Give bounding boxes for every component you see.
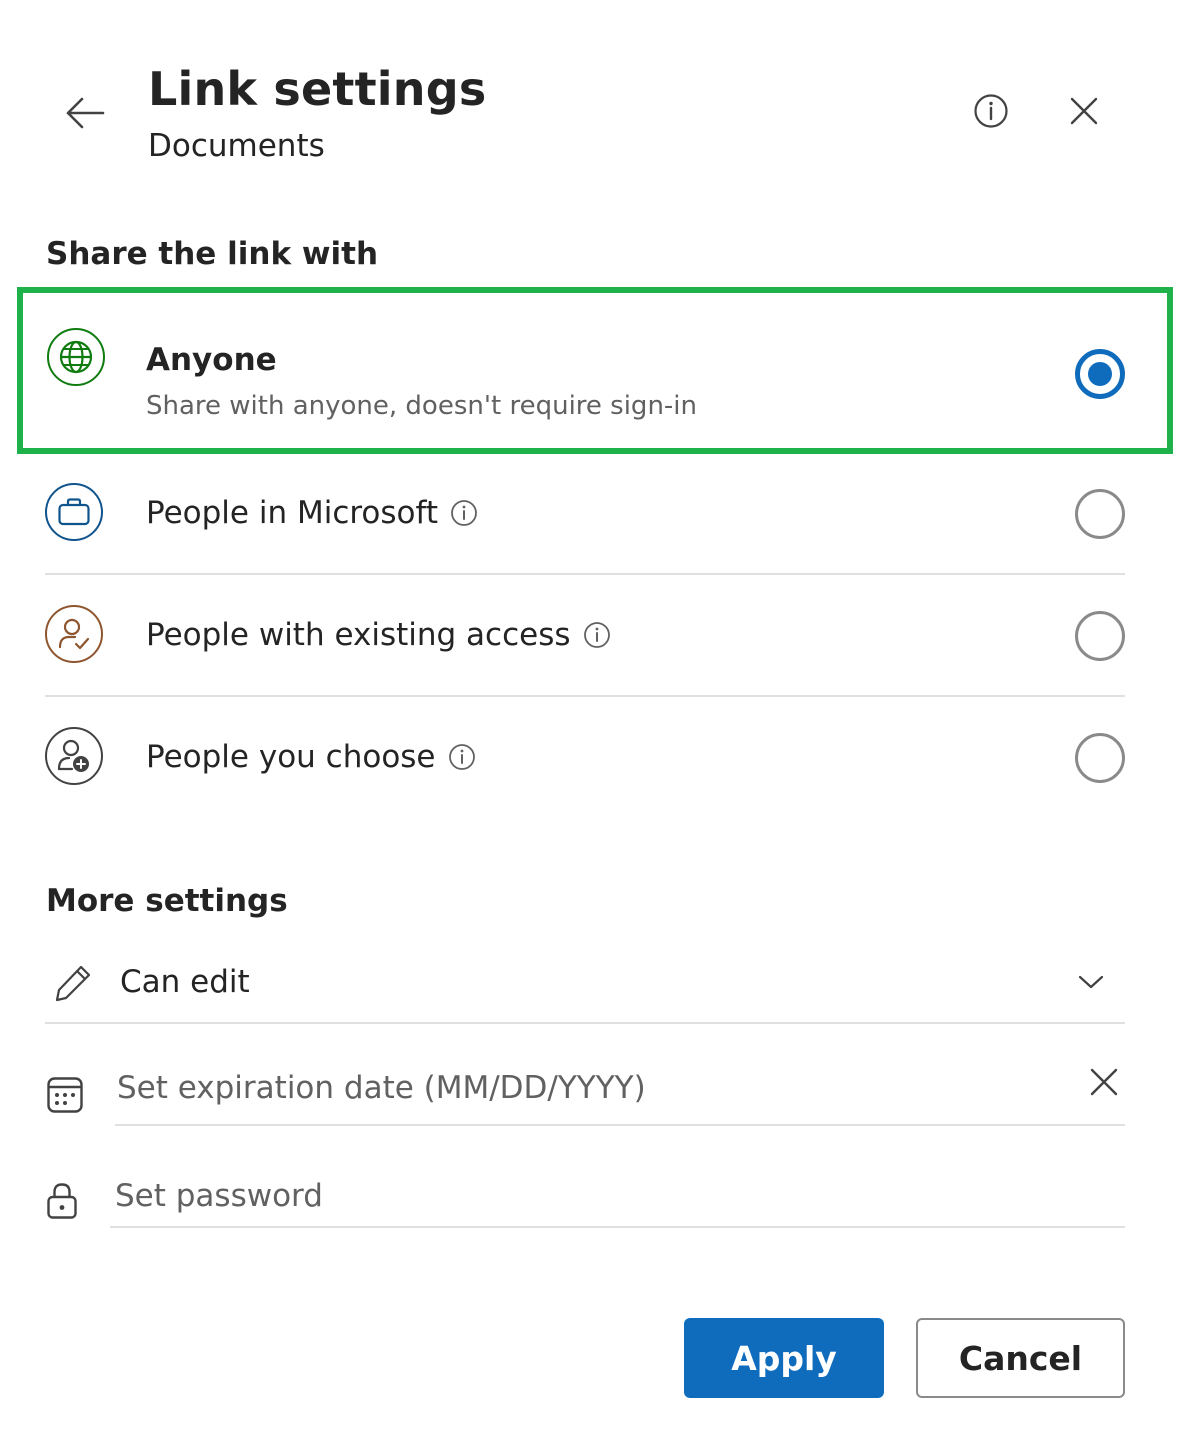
info-icon[interactable] <box>448 743 476 771</box>
radio-specific-people[interactable] <box>1075 733 1125 783</box>
divider <box>115 1124 1125 1126</box>
permission-value: Can edit <box>120 964 250 1000</box>
briefcase-icon <box>58 498 90 526</box>
arrow-left-icon <box>66 97 105 129</box>
cancel-button[interactable]: Cancel <box>916 1318 1125 1398</box>
link-settings-dialog: Link settings Documents Share the link w… <box>0 0 1185 1444</box>
expiration-date-input[interactable]: Set expiration date (MM/DD/YYYY) <box>115 1052 1125 1124</box>
info-icon <box>974 94 1008 128</box>
option-anyone-description: Share with anyone, doesn't require sign-… <box>146 391 698 421</box>
back-button[interactable] <box>56 84 114 142</box>
info-icon[interactable] <box>583 621 611 649</box>
briefcase-icon-circle <box>45 483 103 541</box>
option-anyone[interactable]: Anyone Share with anyone, doesn't requir… <box>17 287 1173 454</box>
option-specific-label: People you choose <box>146 739 436 775</box>
person-check-icon-circle <box>45 605 103 663</box>
divider <box>45 1022 1125 1024</box>
close-icon <box>1070 97 1098 125</box>
more-settings-title: More settings <box>46 883 288 919</box>
divider <box>45 695 1125 697</box>
option-specific-people[interactable]: People you choose <box>22 698 1168 817</box>
radio-org[interactable] <box>1075 489 1125 539</box>
dialog-subtitle: Documents <box>148 128 325 164</box>
info-icon[interactable] <box>450 499 478 527</box>
password-placeholder: Set password <box>115 1178 323 1214</box>
divider <box>110 1226 1125 1228</box>
radio-existing-access[interactable] <box>1075 611 1125 661</box>
person-add-icon-circle <box>45 727 103 785</box>
permission-dropdown[interactable]: Can edit <box>45 945 1125 1023</box>
clear-expiration-button[interactable] <box>1078 1056 1130 1108</box>
option-existing-label-row: People with existing access <box>146 617 611 653</box>
password-input[interactable]: Set password <box>110 1160 1125 1226</box>
option-org[interactable]: People in Microsoft <box>22 456 1168 574</box>
person-check-icon <box>58 618 90 650</box>
apply-button[interactable]: Apply <box>684 1318 884 1398</box>
option-specific-label-row: People you choose <box>146 739 476 775</box>
calendar-icon <box>47 1077 83 1113</box>
share-section-title: Share the link with <box>46 236 379 272</box>
option-anyone-label: Anyone <box>146 342 277 378</box>
option-existing-label: People with existing access <box>146 617 571 653</box>
option-org-label-row: People in Microsoft <box>146 495 478 531</box>
globe-icon-circle <box>47 328 105 386</box>
option-existing-access[interactable]: People with existing access <box>22 576 1168 695</box>
chevron-down-icon <box>1078 975 1104 989</box>
dialog-title: Link settings <box>148 62 487 116</box>
globe-icon <box>59 340 93 374</box>
close-button[interactable] <box>1055 82 1113 140</box>
lock-icon <box>47 1183 77 1219</box>
option-org-label: People in Microsoft <box>146 495 439 531</box>
info-button[interactable] <box>962 82 1020 140</box>
person-add-icon <box>57 739 89 772</box>
close-icon <box>1090 1068 1118 1096</box>
expiration-date-placeholder: Set expiration date (MM/DD/YYYY) <box>117 1070 646 1106</box>
pencil-icon <box>55 965 91 1002</box>
divider <box>45 573 1125 575</box>
radio-anyone[interactable] <box>1075 349 1125 399</box>
